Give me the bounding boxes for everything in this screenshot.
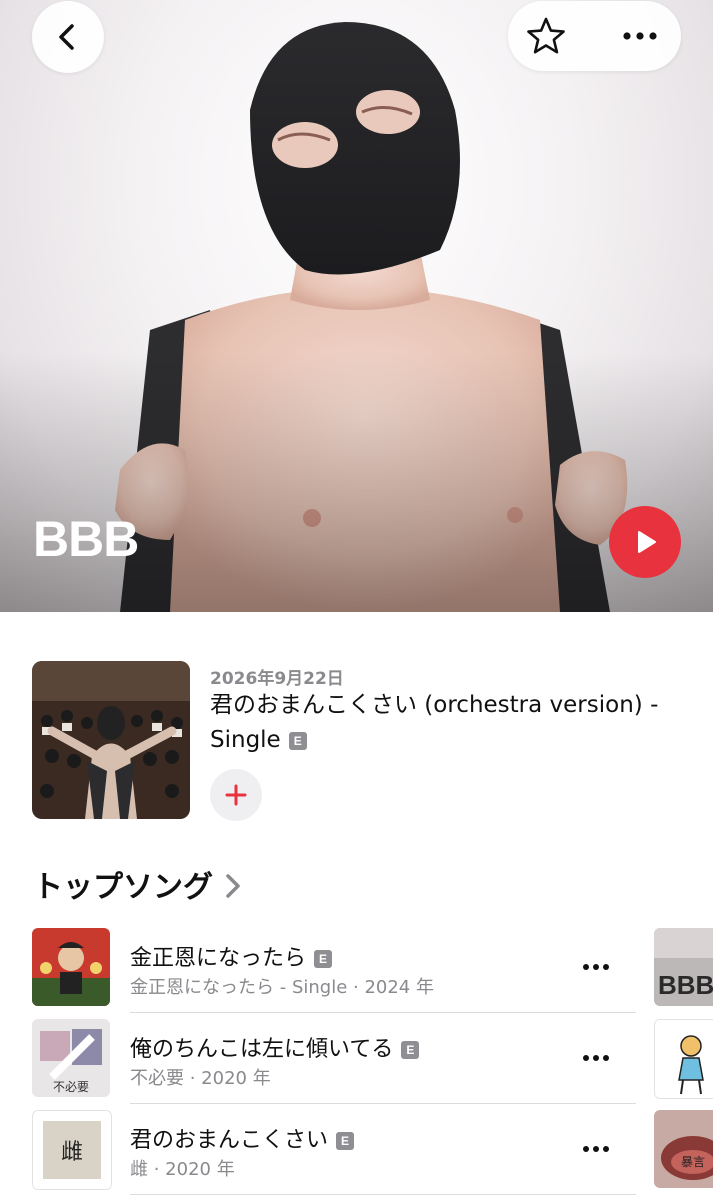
song-artwork <box>32 928 110 1006</box>
song-subtitle: 金正恩になったら - Single · 2024 年 <box>130 977 434 998</box>
song-row[interactable]: 金正恩になったら E 金正恩になったら - Single · 2024 年 <box>0 928 713 1018</box>
song-artwork-image: 雌 <box>33 1111 111 1189</box>
header-actions-pill <box>508 1 681 71</box>
star-icon <box>527 17 565 54</box>
song-more-button[interactable] <box>574 1043 618 1073</box>
song-title: 君のおまんこくさい E <box>130 1122 355 1154</box>
explicit-badge: E <box>401 1041 420 1059</box>
ellipsis-icon <box>583 964 609 970</box>
song-title: 俺のちんこは左に傾いてる E <box>130 1031 420 1063</box>
artwork-label: 暴言 <box>681 1155 705 1169</box>
chevron-left-icon <box>59 24 74 50</box>
top-songs-header[interactable]: トップソング <box>33 862 241 906</box>
latest-release-artwork[interactable] <box>32 661 190 819</box>
hero-gradient-overlay <box>0 352 713 612</box>
release-title[interactable]: 君のおまんこくさい (orchestra version) - Single E <box>210 688 690 758</box>
song-subtitle: 不必要 · 2020 年 <box>130 1068 271 1089</box>
song-subtitle: 雌 · 2020 年 <box>130 1159 235 1180</box>
release-date: 2026年9月22日 <box>210 669 344 689</box>
song-artwork-image: 不必要 <box>32 1019 110 1097</box>
song-row[interactable]: 不必要 俺のちんこは左に傾いてる E 不必要 · 2020 年 <box>0 1019 713 1109</box>
explicit-badge: E <box>288 732 307 750</box>
song-more-button[interactable] <box>574 952 618 982</box>
song-artwork: 不必要 <box>32 1019 110 1097</box>
artwork-label: BBB <box>658 970 713 1000</box>
chevron-right-icon <box>226 874 240 898</box>
ellipsis-icon <box>583 1055 609 1061</box>
explicit-badge: E <box>314 950 333 968</box>
divider <box>130 1194 636 1195</box>
song-title: 金正恩になったら E <box>130 940 333 972</box>
favorite-button[interactable] <box>522 12 570 60</box>
next-column-artwork[interactable]: 暴言 <box>654 1110 713 1188</box>
section-title: トップソング <box>33 870 213 905</box>
release-artwork-image <box>32 661 190 819</box>
artwork-label: 不必要 <box>53 1080 89 1094</box>
explicit-badge: E <box>336 1132 355 1150</box>
release-title-text: 君のおまんこくさい (orchestra version) - Single <box>210 692 659 753</box>
artist-name: BBB <box>33 511 139 567</box>
next-column-artwork[interactable] <box>654 1019 713 1099</box>
song-title-text: 君のおまんこくさい <box>130 1128 329 1153</box>
side-artwork-image <box>655 1020 713 1098</box>
song-more-button[interactable] <box>574 1134 618 1164</box>
ellipsis-icon <box>583 1146 609 1152</box>
song-artwork-image <box>32 928 110 1006</box>
side-artwork-image: BBB <box>654 928 713 1006</box>
back-button[interactable] <box>32 1 104 73</box>
play-icon <box>638 531 656 553</box>
divider <box>130 1103 636 1104</box>
song-artwork: 雌 <box>32 1110 112 1190</box>
song-title-text: 俺のちんこは左に傾いてる <box>130 1037 394 1062</box>
divider <box>130 1012 636 1013</box>
play-button[interactable] <box>609 506 681 578</box>
artwork-label: 雌 <box>61 1140 83 1165</box>
song-title-text: 金正恩になったら <box>130 946 307 971</box>
next-column-artwork[interactable]: BBB <box>654 928 713 1006</box>
more-options-button[interactable] <box>612 12 668 60</box>
add-to-library-button[interactable] <box>210 769 262 821</box>
side-artwork-image: 暴言 <box>654 1110 713 1188</box>
plus-icon <box>225 784 247 806</box>
ellipsis-icon <box>623 32 657 40</box>
song-row[interactable]: 雌 君のおまんこくさい E 雌 · 2020 年 <box>0 1110 713 1200</box>
